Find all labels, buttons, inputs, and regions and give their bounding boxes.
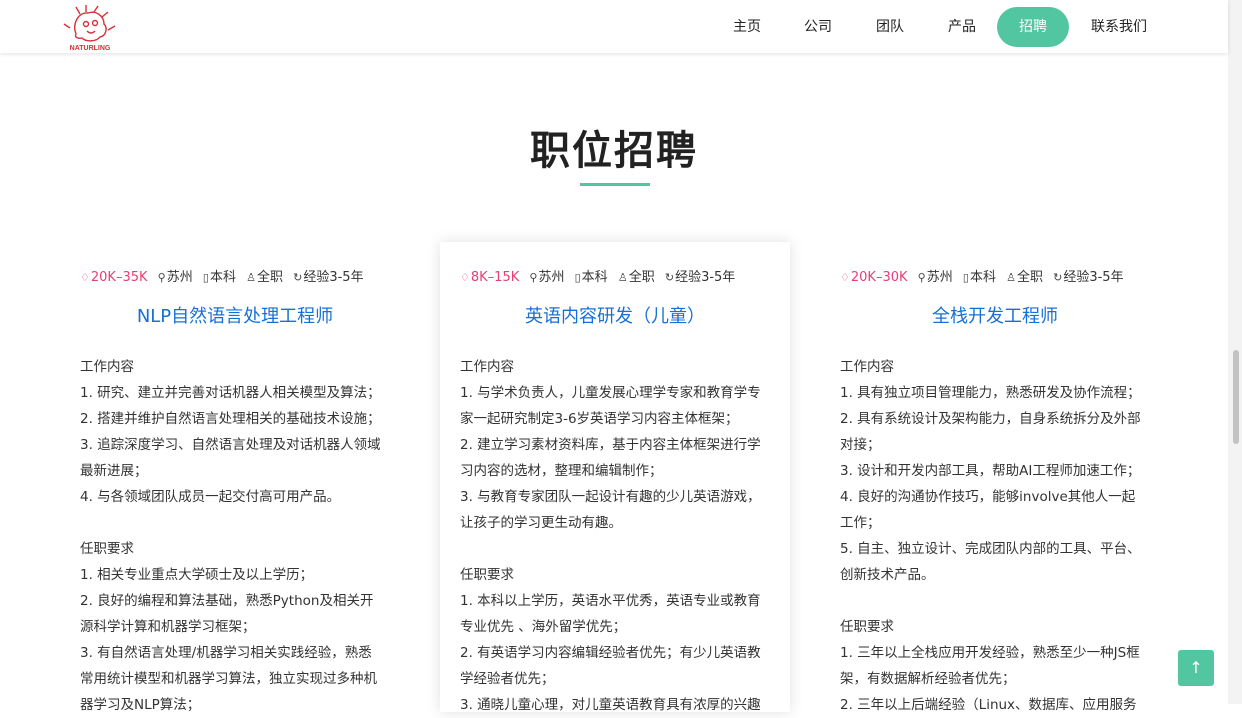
- job-line: 4. 与各领域团队成员一起交付高可用产品。: [80, 489, 341, 505]
- job-line: 习内容的选材，整理和编辑制作；: [460, 463, 663, 479]
- job-line: 1. 三年以上全栈应用开发经验，熟悉至少一种JS框: [840, 645, 1140, 661]
- location-pin-icon: ⚲: [529, 271, 538, 284]
- job-line: 家一起研究制定3-6岁英语学习内容主体框架；: [460, 411, 739, 427]
- job-education: 本科: [209, 270, 236, 285]
- arrow-up-icon: ↑: [1189, 658, 1203, 677]
- job-line: 对接；: [840, 437, 881, 453]
- user-icon: ♙: [617, 271, 628, 284]
- refresh-icon: ↻: [664, 271, 675, 284]
- salary: 20K–35K: [90, 270, 148, 285]
- job-line: 1. 本科以上学历，英语水平优秀，英语专业或教育: [460, 593, 761, 609]
- book-icon: ▯: [962, 271, 969, 284]
- nav-item-team[interactable]: 团队: [874, 7, 906, 47]
- job-line: 1. 具有独立项目管理能力，熟悉研发及协作流程；: [840, 385, 1141, 401]
- salary: 8K–15K: [470, 270, 520, 285]
- refresh-icon: ↻: [293, 271, 303, 284]
- job-line: 2. 建立学习素材资料库，基于内容主体框架进行学: [460, 437, 761, 453]
- job-line: 4. 良好的沟通协作技巧，能够involve其他人一起: [840, 489, 1136, 505]
- book-icon: ▯: [574, 271, 581, 284]
- job-line: 让孩子的学习更生动有趣。: [460, 515, 622, 531]
- job-line: 1. 研究、建立并完善对话机器人相关模型及算法；: [80, 385, 381, 401]
- job-line: 2. 具有系统设计及架构能力，自身系统拆分及外部: [840, 411, 1141, 427]
- job-city: 苏州: [538, 270, 565, 285]
- job-line: 工作；: [840, 515, 881, 531]
- logo-wordmark: NATURLING: [70, 45, 111, 52]
- job-line: 3. 设计和开发内部工具，帮助AI工程师加速工作；: [840, 463, 1141, 479]
- job-line: 1. 相关专业重点大学硕士及以上学历；: [80, 567, 314, 583]
- job-line: 任职要求: [460, 567, 514, 583]
- job-line: 工作内容: [80, 359, 134, 375]
- job-line: 3. 有自然语言处理/机器学习相关实践经验，熟悉: [80, 645, 372, 661]
- nav-item-careers[interactable]: 招聘: [997, 7, 1069, 47]
- job-line: 最新进展；: [80, 463, 148, 479]
- location-pin-icon: ⚲: [917, 271, 926, 284]
- job-card-fullstack: ♢20K–30K ⚲苏州 ▯本科 ♙全职 ↻经验3-5年 全栈开发工程师 工作内…: [840, 242, 1190, 713]
- job-line: 工作内容: [460, 359, 514, 375]
- diamond-icon: ♢: [80, 271, 90, 284]
- job-experience: 经验3-5年: [303, 270, 364, 285]
- job-line: 2. 三年以上后端经验（Linux、数据库、应用服务: [840, 697, 1137, 713]
- job-experience: 经验3-5年: [1063, 270, 1124, 285]
- book-icon: ▯: [202, 271, 209, 284]
- job-education: 本科: [581, 270, 608, 285]
- job-line: 常用统计模型和机器学习算法，独立实现过多种机: [80, 671, 377, 687]
- job-line: 2. 良好的编程和算法基础，熟悉Python及相关开: [80, 593, 374, 609]
- job-line: 任职要求: [840, 619, 894, 635]
- job-city: 苏州: [166, 270, 193, 285]
- job-line: 源科学计算和机器学习框架；: [80, 619, 256, 635]
- nav-item-contact[interactable]: 联系我们: [1090, 7, 1148, 47]
- job-education: 本科: [969, 270, 996, 285]
- job-description: 工作内容 1. 与学术负责人，儿童发展心理学专家和教育学专 家一起研究制定3-6…: [460, 354, 772, 718]
- job-line: 2. 搭建并维护自然语言处理相关的基础技术设施；: [80, 411, 381, 427]
- title-underline: [580, 183, 650, 186]
- job-spacer: [80, 510, 392, 536]
- job-line: 学经验者优先；: [460, 671, 555, 687]
- job-city: 苏州: [926, 270, 953, 285]
- job-line: 5. 自主、独立设计、完成团队内部的工具、平台、: [840, 541, 1141, 557]
- nav-item-products[interactable]: 产品: [946, 7, 978, 47]
- job-meta: ♢20K–35K ⚲苏州 ▯本科 ♙全职 ↻经验3-5年: [80, 266, 370, 285]
- job-description: 工作内容 1. 研究、建立并完善对话机器人相关模型及算法； 2. 搭建并维护自然…: [80, 354, 392, 718]
- job-line: 创新技术产品。: [840, 567, 935, 583]
- page-title: 职位招聘: [530, 128, 698, 174]
- nav-item-home[interactable]: 主页: [731, 7, 763, 47]
- user-icon: ♙: [1006, 271, 1016, 284]
- job-line: 3. 追踪深度学习、自然语言处理及对话机器人领域: [80, 437, 381, 453]
- job-line: 任职要求: [80, 541, 134, 557]
- job-meta: ♢8K–15K ⚲苏州 ▯本科 ♙全职 ↻经验3-5年: [460, 266, 741, 285]
- refresh-icon: ↻: [1053, 271, 1063, 284]
- job-line: 架，有数据解析经验者优先；: [840, 671, 1016, 687]
- diamond-icon: ♢: [840, 271, 850, 284]
- salary: 20K–30K: [850, 270, 908, 285]
- back-to-top-button[interactable]: ↑: [1178, 650, 1214, 686]
- top-navbar: NATURLING 主页 公司 团队 产品 招聘 联系我们: [0, 0, 1228, 53]
- job-meta: ♢20K–30K ⚲苏州 ▯本科 ♙全职 ↻经验3-5年: [840, 266, 1130, 285]
- job-experience: 经验3-5年: [675, 270, 736, 285]
- user-icon: ♙: [246, 271, 256, 284]
- job-type: 全职: [628, 270, 655, 285]
- job-title[interactable]: 全栈开发工程师: [840, 302, 1150, 328]
- job-line: 3. 通晓儿童心理，对儿童英语教育具有浓厚的兴趣: [460, 697, 761, 713]
- diamond-icon: ♢: [460, 271, 470, 284]
- job-spacer: [840, 588, 1152, 614]
- job-line: 1. 与学术负责人，儿童发展心理学专家和教育学专: [460, 385, 761, 401]
- job-title[interactable]: 英语内容研发（儿童）: [460, 302, 770, 328]
- job-spacer: [460, 536, 772, 562]
- job-type: 全职: [1016, 270, 1043, 285]
- location-pin-icon: ⚲: [157, 271, 166, 284]
- naturling-logo[interactable]: NATURLING: [62, 4, 118, 52]
- job-line: 器学习及NLP算法；: [80, 697, 201, 713]
- job-line: 专业优先 、海外留学优先；: [460, 619, 627, 635]
- scrollbar-thumb[interactable]: [1233, 350, 1239, 444]
- job-title[interactable]: NLP自然语言处理工程师: [80, 302, 390, 328]
- job-line: 3. 与教育专家团队一起设计有趣的少儿英语游戏，: [460, 489, 761, 505]
- job-card-english-content: ♢8K–15K ⚲苏州 ▯本科 ♙全职 ↻经验3-5年 英语内容研发（儿童） 工…: [440, 242, 790, 713]
- nav-item-company[interactable]: 公司: [802, 7, 834, 47]
- job-card-nlp: ♢20K–35K ⚲苏州 ▯本科 ♙全职 ↻经验3-5年 NLP自然语言处理工程…: [80, 242, 430, 713]
- job-type: 全职: [256, 270, 283, 285]
- job-description: 工作内容 1. 具有独立项目管理能力，熟悉研发及协作流程； 2. 具有系统设计及…: [840, 354, 1152, 718]
- job-line: 工作内容: [840, 359, 894, 375]
- job-line: 2. 有英语学习内容编辑经验者优先；有少儿英语教: [460, 645, 761, 661]
